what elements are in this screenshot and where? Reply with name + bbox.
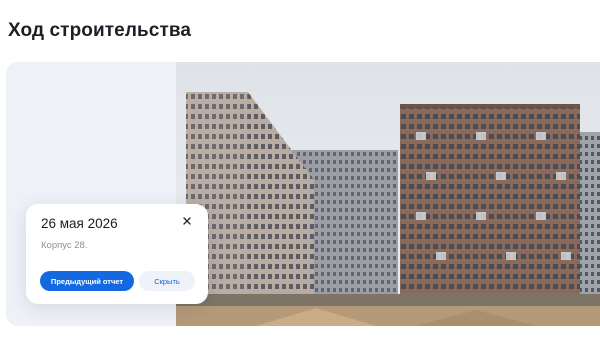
construction-photo xyxy=(176,62,600,326)
building-label: Корпус 28. xyxy=(41,240,88,251)
report-popup: 26 мая 2026 Корпус 28. Предыдущий отчет … xyxy=(26,204,208,304)
previous-report-button[interactable]: Предыдущий отчет xyxy=(40,271,134,291)
report-date: 26 мая 2026 xyxy=(41,216,118,231)
page-title: Ход строительства xyxy=(8,20,192,41)
close-icon[interactable] xyxy=(180,214,194,228)
hide-button[interactable]: Скрыть xyxy=(139,271,195,291)
